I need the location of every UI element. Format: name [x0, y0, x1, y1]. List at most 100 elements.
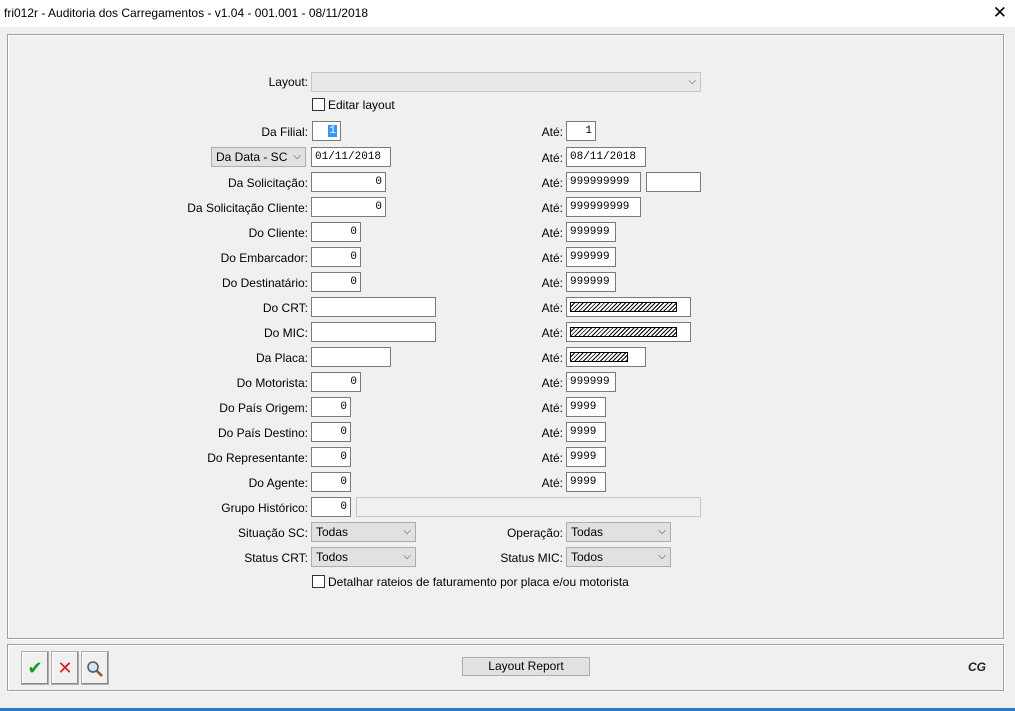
embarcador-label: Do Embarcador: [220, 251, 308, 265]
pais-destino-to-label: Até: [541, 426, 563, 440]
pais-destino-label: Do País Destino: [217, 426, 308, 440]
detalhar-rateios-checkbox[interactable] [312, 575, 325, 588]
agente-label: Do Agente: [248, 476, 308, 490]
pais-origem-from-input[interactable]: 0 [311, 397, 351, 417]
chevron-down-icon: ⌵ [403, 551, 411, 562]
representante-label: Do Representante: [207, 451, 308, 465]
cliente-to-input[interactable]: 999999 [566, 222, 616, 242]
mic-from-input[interactable] [311, 322, 436, 342]
pais-origem-label: Do País Origem: [219, 401, 308, 415]
filial-to-input[interactable]: 1 [566, 121, 596, 141]
pais-destino-to-input[interactable]: 9999 [566, 422, 606, 442]
mic-to-fill [570, 327, 677, 337]
representante-to-input[interactable]: 9999 [566, 447, 606, 467]
solicitacao-cliente-label: Da Solicitação Cliente: [187, 201, 308, 215]
layout-select[interactable]: ⌵ [311, 72, 701, 92]
placa-label: Da Placa: [255, 351, 308, 365]
motorista-to-label: Até: [541, 376, 563, 390]
placa-to-label: Até: [541, 351, 563, 365]
solicitacao-label: Da Solicitação: [227, 176, 308, 190]
placa-from-input[interactable] [311, 347, 391, 367]
crt-from-input[interactable] [311, 297, 436, 317]
layout-label: Layout: [268, 75, 308, 89]
status-crt-value: Todos [316, 550, 349, 564]
solicitacao-cliente-from-input[interactable]: 0 [311, 197, 386, 217]
motorista-label: Do Motorista: [236, 376, 308, 390]
status-crt-select[interactable]: Todos ⌵ [311, 547, 416, 567]
close-icon[interactable]: ✕ [993, 3, 1007, 23]
representante-from-input[interactable]: 0 [311, 447, 351, 467]
solicitacao-to-label: Até: [541, 176, 563, 190]
filial-from-input[interactable]: 1 [312, 121, 341, 141]
layout-report-button[interactable]: Layout Report [462, 657, 590, 676]
placa-to-fill [570, 352, 628, 362]
date-to-input[interactable]: 08/11/2018 [566, 147, 646, 167]
chevron-down-icon: ⌵ [293, 151, 301, 162]
pais-origem-to-label: Até: [541, 401, 563, 415]
situacao-sc-value: Todas [316, 525, 349, 539]
crt-label: Do CRT: [262, 301, 308, 315]
placa-to-input[interactable] [566, 347, 646, 367]
chevron-down-icon: ⌵ [658, 526, 666, 537]
edit-layout-checkbox[interactable] [312, 98, 325, 111]
cliente-label: Do Cliente: [248, 226, 308, 240]
destinatario-to-input[interactable]: 999999 [566, 272, 616, 292]
mic-label: Do MIC: [263, 326, 308, 340]
status-mic-value: Todos [571, 550, 604, 564]
confirm-button[interactable]: ✔ [21, 651, 49, 685]
solicitacao-from-input[interactable]: 0 [311, 172, 386, 192]
filial-from-value: 1 [328, 125, 337, 137]
cliente-from-input[interactable]: 0 [311, 222, 361, 242]
filial-label: Da Filial: [261, 125, 308, 139]
solicitacao-cliente-to-label: Até: [541, 201, 563, 215]
situacao-sc-label: Situação SC: [237, 526, 308, 540]
chevron-down-icon: ⌵ [403, 526, 411, 537]
solicitacao-cliente-to-input[interactable]: 999999999 [566, 197, 641, 217]
date-to-label: Até: [541, 151, 563, 165]
agente-from-input[interactable]: 0 [311, 472, 351, 492]
agente-to-label: Até: [541, 476, 563, 490]
representante-to-label: Até: [541, 451, 563, 465]
embarcador-to-label: Até: [541, 251, 563, 265]
destinatario-to-label: Até: [541, 276, 563, 290]
grupo-historico-description [356, 497, 701, 517]
status-mic-select[interactable]: Todos ⌵ [566, 547, 671, 567]
detalhar-rateios-label: Detalhar rateios de faturamento por plac… [328, 575, 629, 589]
motorista-to-input[interactable]: 999999 [566, 372, 616, 392]
grupo-historico-input[interactable]: 0 [311, 497, 351, 517]
operacao-value: Todas [571, 525, 604, 539]
pais-origem-to-input[interactable]: 9999 [566, 397, 606, 417]
cliente-to-label: Até: [541, 226, 563, 240]
date-type-value: Da Data - SC [216, 150, 288, 164]
filial-to-label: Até: [541, 125, 563, 139]
embarcador-to-input[interactable]: 999999 [566, 247, 616, 267]
chevron-down-icon: ⌵ [688, 76, 696, 87]
filter-panel [7, 34, 1004, 639]
grupo-historico-label: Grupo Histórico: [221, 501, 308, 515]
crt-to-input[interactable] [566, 297, 691, 317]
cancel-button[interactable]: ✕ [51, 651, 79, 685]
status-mic-label: Status MIC: [500, 551, 563, 565]
company-logo: CG [968, 660, 986, 674]
agente-to-input[interactable]: 9999 [566, 472, 606, 492]
situacao-sc-select[interactable]: Todas ⌵ [311, 522, 416, 542]
status-crt-label: Status CRT: [244, 551, 308, 565]
destinatario-from-input[interactable]: 0 [311, 272, 361, 292]
mic-to-label: Até: [541, 326, 563, 340]
embarcador-from-input[interactable]: 0 [311, 247, 361, 267]
date-from-input[interactable]: 01/11/2018 [311, 147, 391, 167]
search-button[interactable] [81, 651, 109, 685]
motorista-from-input[interactable]: 0 [311, 372, 361, 392]
search-icon [87, 661, 103, 677]
window-body [0, 27, 1015, 711]
solicitacao-to-input[interactable]: 999999999 [566, 172, 641, 192]
operacao-select[interactable]: Todas ⌵ [566, 522, 671, 542]
pais-destino-from-input[interactable]: 0 [311, 422, 351, 442]
checkmark-icon: ✔ [27, 658, 43, 678]
edit-layout-label: Editar layout [328, 98, 395, 112]
date-type-select[interactable]: Da Data - SC ⌵ [211, 147, 306, 167]
solicitacao-extra-input[interactable] [646, 172, 701, 192]
cancel-icon: ✕ [57, 658, 73, 678]
mic-to-input[interactable] [566, 322, 691, 342]
window-title: fri012r - Auditoria dos Carregamentos - … [4, 6, 368, 20]
